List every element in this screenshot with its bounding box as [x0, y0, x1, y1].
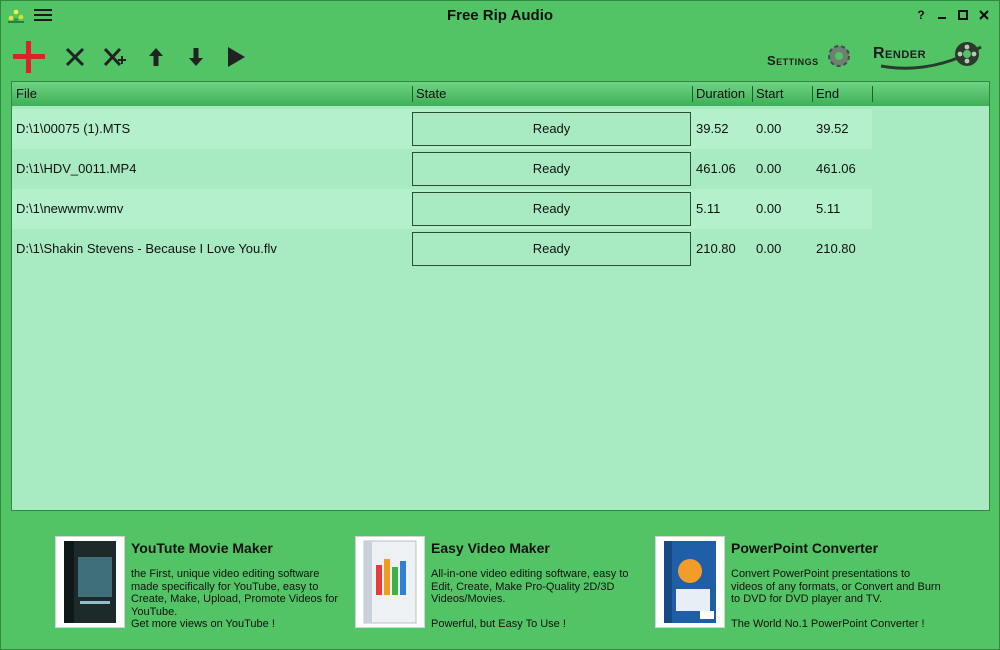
duration-value: 5.11 [696, 201, 721, 216]
end-value: 461.06 [816, 161, 856, 176]
maximize-button[interactable] [956, 8, 970, 22]
table-row[interactable]: D:\1\Shakin Stevens - Because I Love You… [12, 229, 872, 269]
move-down-button[interactable] [178, 39, 214, 75]
minimize-icon [938, 17, 946, 19]
column-duration[interactable]: Duration [692, 82, 752, 106]
start-value: 0.00 [756, 121, 782, 136]
file-list[interactable]: File State Duration Start End D:\1\00075… [11, 81, 990, 511]
render-label: Render [873, 45, 927, 62]
state-badge: Ready [412, 192, 691, 226]
promo-easy-video-maker[interactable]: Easy Video Maker All-in-one video editin… [355, 536, 645, 632]
end-value: 5.11 [816, 201, 841, 216]
add-file-button[interactable] [11, 39, 47, 75]
remove-file-button[interactable] [57, 39, 93, 75]
help-button[interactable]: ? [914, 8, 928, 22]
file-path: D:\1\Shakin Stevens - Because I Love You… [16, 241, 277, 256]
render-button[interactable]: Render [871, 39, 985, 73]
column-state[interactable]: State [412, 82, 692, 106]
promo-title: Easy Video Maker [431, 540, 550, 556]
promo-description: Convert PowerPoint presentations to vide… [731, 568, 941, 630]
window-controls: ? [914, 8, 991, 22]
app-window: Free Rip Audio ? Settings Render File St… [0, 0, 1000, 650]
state-badge: Ready [412, 152, 691, 186]
duration-value: 461.06 [696, 161, 736, 176]
gear-icon [828, 45, 850, 67]
product-box-image [355, 536, 425, 628]
play-icon [228, 47, 245, 67]
product-box-image [655, 536, 725, 628]
toolbar: Settings Render [11, 39, 991, 75]
promo-description: All-in-one video editing software, easy … [431, 568, 629, 630]
table-header: File State Duration Start End [12, 82, 989, 106]
duration-value: 210.80 [696, 241, 736, 256]
settings-button[interactable]: Settings [767, 43, 857, 73]
title-bar: Free Rip Audio ? [1, 1, 999, 31]
column-file[interactable]: File [12, 82, 412, 106]
column-end[interactable]: End [812, 82, 872, 106]
file-path: D:\1\newwmv.wmv [16, 201, 124, 216]
window-title: Free Rip Audio [446, 7, 554, 24]
close-window-icon [979, 10, 989, 20]
close-button[interactable] [977, 8, 991, 22]
duration-value: 39.52 [696, 121, 729, 136]
end-value: 39.52 [816, 121, 849, 136]
product-box-image [55, 536, 125, 628]
promo-description: the First, unique video editing software… [131, 568, 339, 630]
play-button[interactable] [218, 39, 254, 75]
start-value: 0.00 [756, 241, 782, 256]
promo-title: YouTute Movie Maker [131, 540, 273, 556]
clear-all-button[interactable] [97, 39, 133, 75]
promo-title: PowerPoint Converter [731, 540, 879, 556]
clear-all-icon [103, 47, 126, 67]
start-value: 0.00 [756, 161, 782, 176]
promo-powerpoint-converter[interactable]: PowerPoint Converter Convert PowerPoint … [655, 536, 945, 632]
minimize-button[interactable] [935, 8, 949, 22]
table-row[interactable]: D:\1\00075 (1).MTS Ready 39.52 0.00 39.5… [12, 109, 872, 149]
maximize-icon [958, 10, 968, 20]
arrow-up-icon [149, 48, 163, 66]
settings-label: Settings [767, 53, 819, 68]
state-badge: Ready [412, 112, 691, 146]
column-start[interactable]: Start [752, 82, 812, 106]
table-row[interactable]: D:\1\newwmv.wmv Ready 5.11 0.00 5.11 [12, 189, 872, 229]
end-value: 210.80 [816, 241, 856, 256]
table-row[interactable]: D:\1\HDV_0011.MP4 Ready 461.06 0.00 461.… [12, 149, 872, 189]
start-value: 0.00 [756, 201, 782, 216]
plus-icon [13, 41, 45, 73]
close-icon [65, 47, 85, 67]
arrow-down-icon [189, 48, 203, 66]
file-path: D:\1\HDV_0011.MP4 [16, 161, 137, 176]
file-path: D:\1\00075 (1).MTS [16, 121, 131, 136]
move-up-button[interactable] [138, 39, 174, 75]
promo-bar: YouTute Movie Maker the First, unique vi… [1, 529, 999, 639]
state-badge: Ready [412, 232, 691, 266]
promo-youtube-movie-maker[interactable]: YouTute Movie Maker the First, unique vi… [55, 536, 345, 632]
